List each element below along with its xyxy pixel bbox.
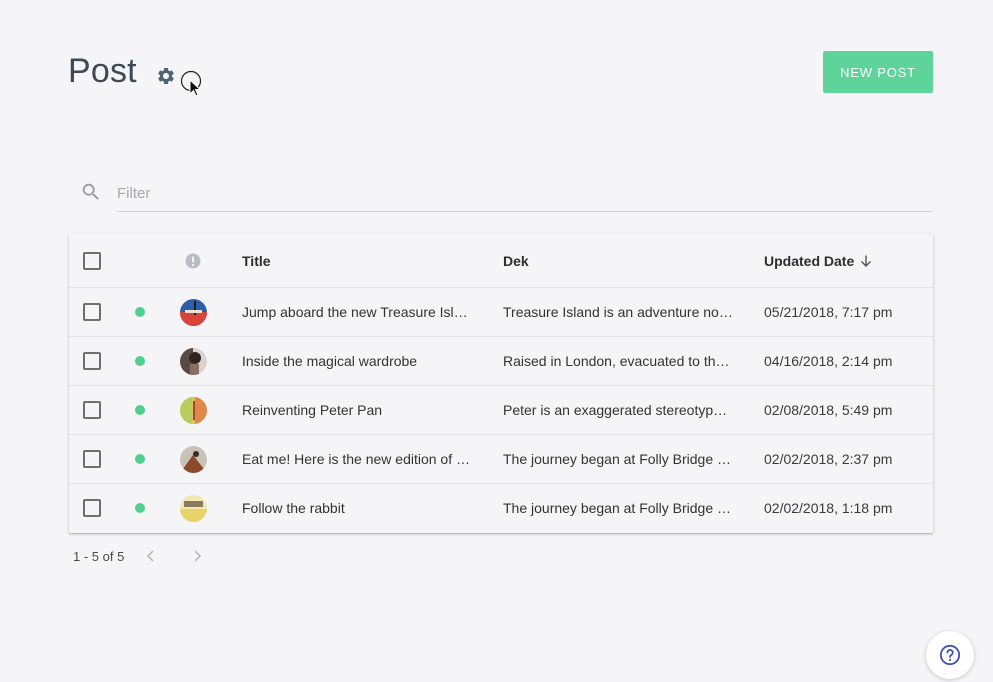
row-checkbox[interactable] [83,450,101,468]
status-dot [135,454,145,464]
row-date-cell: 02/02/2018, 1:18 pm [764,484,929,532]
row-date-cell: 02/08/2018, 5:49 pm [764,386,929,434]
row-dek-cell: The journey began at Folly Bridge … [503,484,733,532]
row-checkbox-cell [83,484,101,532]
row-dek-cell: Peter is an exaggerated stereotype… [503,386,733,434]
column-header-updated-date-label: Updated Date [764,252,855,269]
chevron-left-icon[interactable] [143,548,159,564]
mouse-cursor-icon [180,70,202,97]
column-header-dek[interactable]: Dek [503,234,733,287]
row-checkbox-cell [83,386,101,434]
select-all-checkbox[interactable] [83,251,101,270]
row-title-cell: Inside the magical wardrobe [242,337,472,385]
table-row[interactable]: Follow the rabbit The journey began at F… [69,483,933,532]
row-title-cell: Eat me! Here is the new edition of … [242,435,472,483]
row-title: Eat me! Here is the new edition of … [242,451,470,467]
table-row[interactable]: Inside the magical wardrobe Raised in Lo… [69,336,933,385]
row-checkbox-cell [83,288,101,336]
row-dek-cell: Treasure Island is an adventure no… [503,288,733,336]
table-row[interactable]: Jump aboard the new Treasure Isl… Treasu… [69,287,933,336]
thumbnail-cell [180,435,207,483]
row-dek: Treasure Island is an adventure no… [503,304,733,320]
row-updated-date: 02/02/2018, 2:37 pm [764,451,893,467]
row-dek-cell: The journey began at Folly Bridge … [503,435,733,483]
table-header-row: Title Dek Updated Date [69,234,933,287]
status-dot [135,503,145,513]
row-dek: Raised in London, evacuated to th… [503,353,730,369]
chevron-right-icon[interactable] [189,548,205,564]
row-checkbox[interactable] [83,499,101,517]
table-row[interactable]: Eat me! Here is the new edition of … The… [69,434,933,483]
row-updated-date: 04/16/2018, 2:14 pm [764,353,893,369]
row-title: Reinventing Peter Pan [242,402,383,418]
row-date-cell: 05/21/2018, 7:17 pm [764,288,929,336]
thumbnail-image [180,445,207,473]
post-list-page: Post NEW POST Title Dek [0,0,993,682]
thumbnail-image [180,347,207,375]
row-checkbox-cell [83,435,101,483]
column-header-updated-date[interactable]: Updated Date [764,234,929,287]
row-checkbox-cell [83,337,101,385]
thumbnail-image [180,396,207,424]
row-title-cell: Jump aboard the new Treasure Isl… [242,288,472,336]
help-button[interactable] [926,631,974,679]
help-circle-icon [939,644,961,666]
table-row[interactable]: Reinventing Peter Pan Peter is an exagge… [69,385,933,434]
status-cell [135,484,145,532]
thumbnail-cell [180,484,207,532]
status-dot [135,356,145,366]
row-dek: Peter is an exaggerated stereotype… [503,402,733,418]
row-checkbox[interactable] [83,401,101,419]
thumbnail-cell [180,337,207,385]
status-cell [135,337,145,385]
row-title: Jump aboard the new Treasure Isl… [242,304,468,320]
row-date-cell: 04/16/2018, 2:14 pm [764,337,929,385]
filter-bar [80,176,933,213]
page-title: Post [68,52,137,90]
row-dek: The journey began at Folly Bridge … [503,500,732,516]
status-dot [135,307,145,317]
arrow-down-icon [861,255,872,267]
row-updated-date: 02/08/2018, 5:49 pm [764,402,893,418]
new-post-button[interactable]: NEW POST [823,51,933,93]
header-checkbox-cell [83,234,101,287]
filter-input[interactable] [117,176,933,212]
status-cell [135,435,145,483]
row-dek: The journey began at Folly Bridge … [503,451,732,467]
row-title-cell: Reinventing Peter Pan [242,386,472,434]
row-dek-cell: Raised in London, evacuated to th… [503,337,733,385]
pagination-range: 1 - 5 of 5 [73,548,125,564]
row-updated-date: 05/21/2018, 7:17 pm [764,304,893,320]
status-cell [135,288,145,336]
row-title: Inside the magical wardrobe [242,353,418,369]
search-icon [82,183,99,200]
info-icon [185,253,201,268]
row-updated-date: 02/02/2018, 1:18 pm [764,500,893,516]
row-checkbox[interactable] [83,303,101,321]
thumbnail-cell [180,288,207,336]
posts-table: Title Dek Updated Date Jump aboard the n… [69,234,933,533]
thumbnail-image [180,494,207,522]
row-title: Follow the rabbit [242,500,345,516]
status-cell [135,386,145,434]
row-title-cell: Follow the rabbit [242,484,472,532]
column-header-title[interactable]: Title [242,234,472,287]
thumbnail-image [180,298,207,326]
header-info-cell [180,234,201,287]
thumbnail-cell [180,386,207,434]
status-dot [135,405,145,415]
row-checkbox[interactable] [83,352,101,370]
row-date-cell: 02/02/2018, 2:37 pm [764,435,929,483]
gear-icon[interactable] [156,66,176,86]
